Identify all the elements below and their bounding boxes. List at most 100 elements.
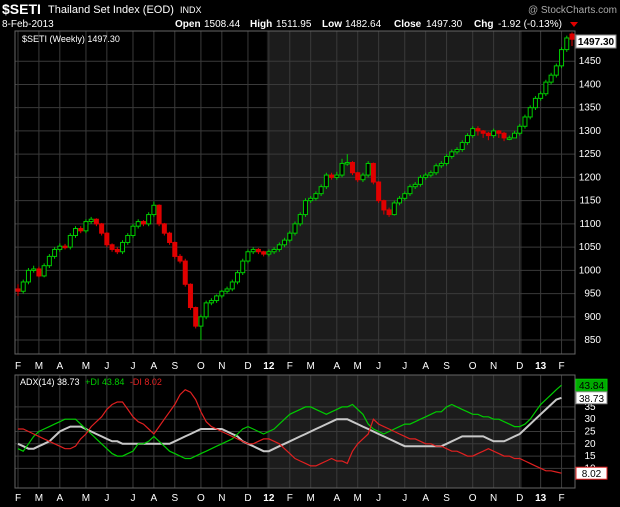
candle-down [104,232,110,246]
candle-up [292,223,298,234]
candle-up [449,151,455,157]
low-value: 1482.64 [345,19,382,30]
candle-up [402,193,408,199]
candle-up [151,204,157,216]
adx-x-axis: F M A M J J A S O N D 12 F M A M J J A S O N D 13 F [15,493,565,504]
candle-up [240,260,246,274]
price-x-tick-label: M [35,361,43,372]
candle-up [412,183,418,188]
candle-up [198,316,204,327]
candle-down [15,288,21,292]
candle-up [245,251,251,262]
price-x-tick-label: N [218,361,225,372]
price-y-tick-label: 900 [584,312,601,323]
candle-up [491,130,497,137]
adx-legend-minus-di: -DI 8.02 [130,377,162,387]
adx-x-tick-label: M [307,493,315,504]
candle-up [517,125,523,134]
candle-up [444,155,450,164]
adx-x-tick-label: S [171,493,178,504]
price-y-axis: 850 900 950 1000 1050 1100 1150 1200 1250 1300 135… [579,56,602,346]
price-x-tick-label: J [376,361,381,372]
adx-x-tick-label: F [287,493,293,504]
candle-down [161,223,167,234]
adx-last-badge: 43.84 [579,381,604,392]
high-label: High [250,19,272,30]
candle-up [135,221,141,227]
price-y-tick-label: 1000 [579,265,602,276]
candle-up [20,281,26,292]
adx-x-tick-label: S [443,493,450,504]
candle-up [512,132,518,139]
price-x-tick-label: 13 [535,361,547,372]
candle-up [360,174,366,181]
candle-up [125,234,131,243]
candle-down [485,132,491,137]
candle-down [261,251,267,255]
candle-up [271,248,277,253]
candle-up [250,248,256,253]
candle-up [423,174,429,178]
adx-x-tick-label: A [333,493,340,504]
chg-label: Chg [474,19,493,30]
candle-up [459,142,465,151]
candle-down [193,307,199,327]
down-arrow-icon [570,22,578,27]
candle-down [114,248,120,253]
candle-down [172,241,178,257]
candle-up [407,186,413,195]
price-legend: $SETI (Weekly) 1497.30 [22,34,120,44]
candle-down [99,223,105,234]
adx-y-tick-label: 25 [584,427,596,438]
price-x-tick-label: J [130,361,135,372]
adx-x-tick-label: A [151,493,158,504]
price-x-tick-label: A [151,361,158,372]
candle-up [25,269,31,283]
candle-down [329,174,335,178]
price-shaded-region [266,31,522,354]
candle-up [543,81,549,95]
candle-down [255,248,261,253]
candle-up [433,165,439,174]
adx-x-tick-label: N [490,493,497,504]
quote-date: 8-Feb-2013 [2,19,54,30]
price-x-tick-label: 12 [263,361,275,372]
candle-down [381,200,387,211]
candle-up [120,241,126,253]
price-x-tick-label: A [333,361,340,372]
candle-up [538,93,544,99]
candle-down [187,283,193,309]
price-x-tick-label: F [287,361,293,372]
close-value: 1497.30 [426,19,463,30]
index-name: Thailand Set Index (EOD) [48,4,174,16]
watermark: @ StockCharts.com [528,5,617,16]
candle-up [41,265,47,277]
candle-down [501,132,507,139]
price-x-axis: F M A M J J A S O N D 12 F M A M J J A S O N D 13 F [15,361,565,372]
open-value: 1508.44 [204,19,241,30]
price-x-tick-label: J [402,361,407,372]
candle-up [203,302,209,318]
price-x-tick-label: N [490,361,497,372]
adx-x-tick-label: A [422,493,429,504]
candle-down [182,260,188,285]
adx-legend: ADX(14) 38.73 +DI 43.84 -DI 8.02 [20,377,162,387]
adx-x-tick-label: O [469,493,477,504]
candle-up [334,174,340,178]
candle-down [167,232,173,243]
close-label: Close [394,19,422,30]
candle-down [177,255,183,262]
candle-up [229,281,235,290]
price-y-tick-label: 1300 [579,126,602,137]
candle-up [235,272,241,283]
candle-up [67,234,73,248]
candle-up [470,128,476,137]
price-x-tick-label: M [307,361,315,372]
candle-up [506,137,512,140]
candle-up [522,116,528,127]
candle-down [386,209,392,216]
adx-x-tick-label: N [218,493,225,504]
candle-up [365,162,371,176]
price-x-tick-label: F [15,361,21,372]
price-x-tick-label: A [422,361,429,372]
